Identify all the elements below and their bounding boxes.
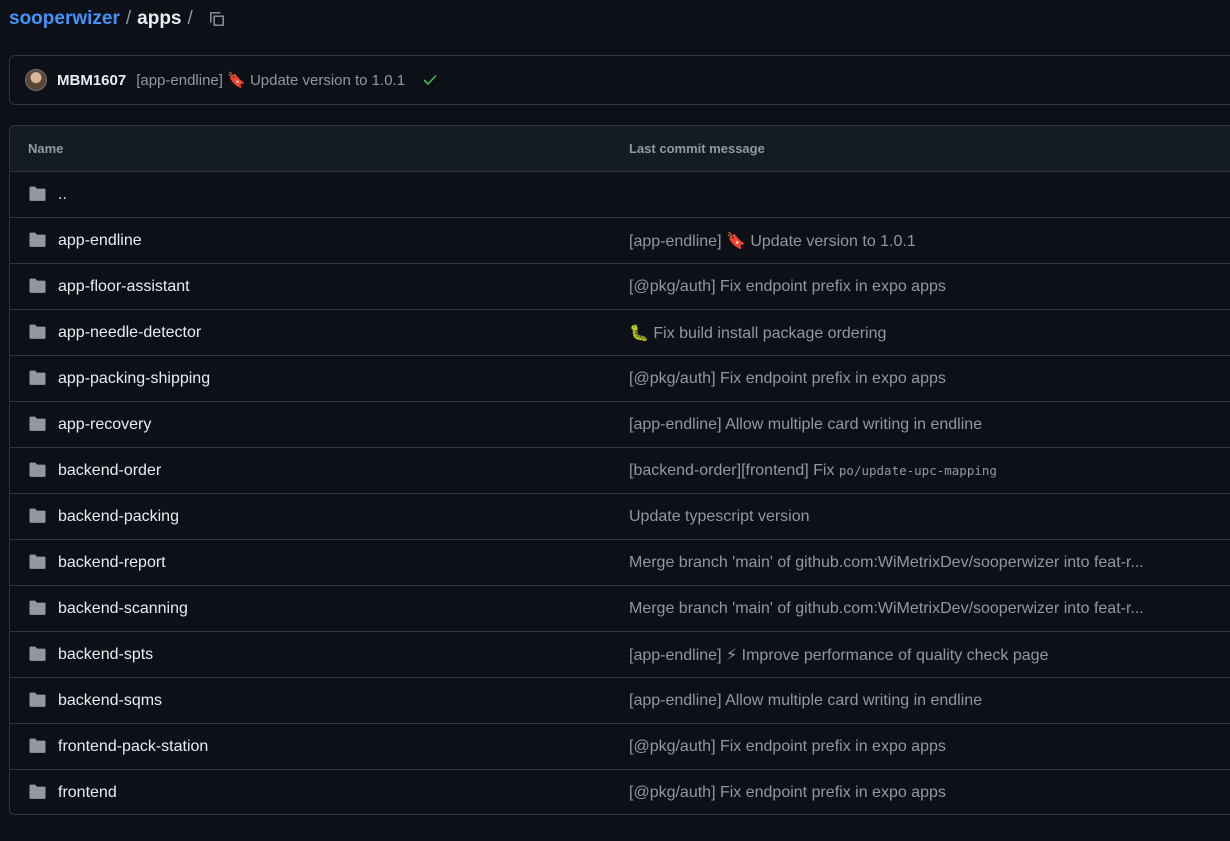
breadcrumb-current-folder: apps <box>137 8 182 29</box>
check-icon <box>423 75 437 85</box>
avatar[interactable] <box>25 69 47 91</box>
folder-icon <box>28 232 47 248</box>
folder-icon <box>28 462 47 478</box>
commit-message-code: po/update-upc-mapping <box>838 462 997 478</box>
copy-path-button[interactable] <box>205 7 229 31</box>
table-row[interactable]: backend-order [backend-order][frontend] F… <box>10 448 1230 494</box>
file-name-link[interactable]: backend-spts <box>58 646 153 664</box>
commit-message-text: [@pkg/auth] Fix endpoint prefix in expo … <box>629 784 946 801</box>
commit-message-link[interactable]: [app-endline] Allow multiple card writin… <box>629 692 982 710</box>
breadcrumb-repo-link[interactable]: sooperwizer <box>9 8 120 30</box>
file-name-link[interactable]: app-needle-detector <box>58 324 201 342</box>
table-header: Name Last commit message <box>10 126 1230 172</box>
commit-message-link[interactable]: [@pkg/auth] Fix endpoint prefix in expo … <box>629 370 946 388</box>
commit-message-link[interactable]: Merge branch 'main' of github.com:WiMetr… <box>629 600 1144 618</box>
file-name-link[interactable]: backend-sqms <box>58 692 162 710</box>
file-name-link[interactable]: app-endline <box>58 232 142 250</box>
file-name-link[interactable]: frontend <box>58 784 117 802</box>
column-header-name: Name <box>28 141 64 156</box>
file-name-link[interactable]: .. <box>58 186 67 204</box>
table-row[interactable]: app-floor-assistant [@pkg/auth] Fix endpo… <box>10 264 1230 310</box>
file-name-link[interactable]: backend-scanning <box>58 600 188 618</box>
commit-message-link[interactable]: [backend-order][frontend] Fix po/update-… <box>629 462 997 480</box>
commit-message-text: [@pkg/auth] Fix endpoint prefix in expo … <box>629 369 946 387</box>
commit-message-text: [@pkg/auth] Fix endpoint prefix in expo … <box>629 277 946 295</box>
commit-message-link[interactable]: 🐛 Fix build install package ordering <box>629 323 886 343</box>
file-rows: .. app-endline [app-endline] 🔖 Update vers… <box>10 172 1230 814</box>
file-name-link[interactable]: backend-order <box>58 462 161 480</box>
breadcrumb-trailing-separator: / <box>187 8 193 29</box>
commit-message-text: [app-endline] Allow multiple card writin… <box>629 415 983 433</box>
table-row[interactable]: backend-packing Update typescript version <box>10 494 1230 540</box>
file-table: Name Last commit message .. app-endline [a… <box>9 125 1230 815</box>
commit-message-link[interactable]: Update typescript version <box>629 508 810 526</box>
commit-message-text: [app-endline] 🔖 Update version to 1.0.1 <box>629 232 916 250</box>
folder-icon <box>28 278 47 294</box>
table-row[interactable]: .. <box>10 172 1230 218</box>
copy-icon <box>209 12 224 26</box>
commit-message-link[interactable]: [@pkg/auth] Fix endpoint prefix in expo … <box>629 738 946 756</box>
folder-icon <box>28 324 47 340</box>
file-name-link[interactable]: frontend-pack-station <box>58 738 208 756</box>
commit-message-link[interactable]: [app-endline] 🔖 Update version to 1.0.1 <box>136 71 405 89</box>
folder-icon <box>28 692 47 708</box>
folder-icon <box>28 186 47 202</box>
table-row[interactable]: backend-sqms [app-endline] Allow multiple… <box>10 678 1230 724</box>
commit-message-text: Merge branch 'main' of github.com:WiMetr… <box>629 599 1144 617</box>
commit-message-link[interactable]: [app-endline] ⚡ Improve performance of q… <box>629 645 1048 665</box>
folder-icon <box>28 738 47 754</box>
commit-message-text: Merge branch 'main' of github.com:WiMetr… <box>629 553 1144 571</box>
file-name-link[interactable]: app-recovery <box>58 416 151 434</box>
file-name-link[interactable]: backend-packing <box>58 508 179 526</box>
commit-message-text: [app-endline] ⚡ Improve performance of q… <box>629 646 1049 664</box>
folder-icon <box>28 646 47 662</box>
table-row[interactable]: backend-scanning Merge branch 'main' of g… <box>10 586 1230 632</box>
breadcrumb: sooperwizer / apps / <box>9 6 229 32</box>
table-row[interactable]: app-recovery [app-endline] Allow multiple… <box>10 402 1230 448</box>
table-row[interactable]: backend-report Merge branch 'main' of git… <box>10 540 1230 586</box>
commit-message-link[interactable]: [@pkg/auth] Fix endpoint prefix in expo … <box>629 278 946 296</box>
commit-message-link[interactable]: Merge branch 'main' of github.com:WiMetr… <box>629 554 1144 572</box>
table-row[interactable]: backend-spts [app-endline] ⚡ Improve perf… <box>10 632 1230 678</box>
folder-icon <box>28 600 47 616</box>
table-row[interactable]: app-needle-detector 🐛 Fix build install p… <box>10 310 1230 356</box>
commit-message-text: [backend-order][frontend] Fix <box>629 461 839 479</box>
commit-message-link[interactable]: [@pkg/auth] Fix endpoint prefix in expo … <box>629 784 946 802</box>
commit-message-text: [app-endline] Allow multiple card writin… <box>629 691 983 709</box>
breadcrumb-separator: / <box>125 8 132 29</box>
commit-message-link[interactable]: [app-endline] Allow multiple card writin… <box>629 416 982 434</box>
table-row[interactable]: frontend-pack-station [@pkg/auth] Fix end… <box>10 724 1230 770</box>
file-name-link[interactable]: app-floor-assistant <box>58 278 190 296</box>
table-row[interactable]: frontend [@pkg/auth] Fix endpoint prefix … <box>10 770 1230 814</box>
file-name-link[interactable]: app-packing-shipping <box>58 370 210 388</box>
folder-icon <box>28 416 47 432</box>
folder-icon <box>28 554 47 570</box>
commit-message-text: 🐛 Fix build install package ordering <box>629 324 887 342</box>
folder-icon <box>28 508 47 524</box>
commit-message-text: [@pkg/auth] Fix endpoint prefix in expo … <box>629 737 946 755</box>
table-row[interactable]: app-endline [app-endline] 🔖 Update versio… <box>10 218 1230 264</box>
commit-message-text: Update typescript version <box>629 507 810 525</box>
folder-icon <box>28 784 47 800</box>
commit-author[interactable]: MBM1607 <box>57 72 126 89</box>
commit-message-link[interactable]: [app-endline] 🔖 Update version to 1.0.1 <box>629 231 916 251</box>
table-row[interactable]: app-packing-shipping [@pkg/auth] Fix endp… <box>10 356 1230 402</box>
column-header-message: Last commit message <box>629 141 765 156</box>
folder-icon <box>28 370 47 386</box>
latest-commit-bar: MBM1607 [app-endline] 🔖 Update version t… <box>9 55 1230 105</box>
commit-status[interactable] <box>422 72 438 88</box>
file-name-link[interactable]: backend-report <box>58 554 166 572</box>
